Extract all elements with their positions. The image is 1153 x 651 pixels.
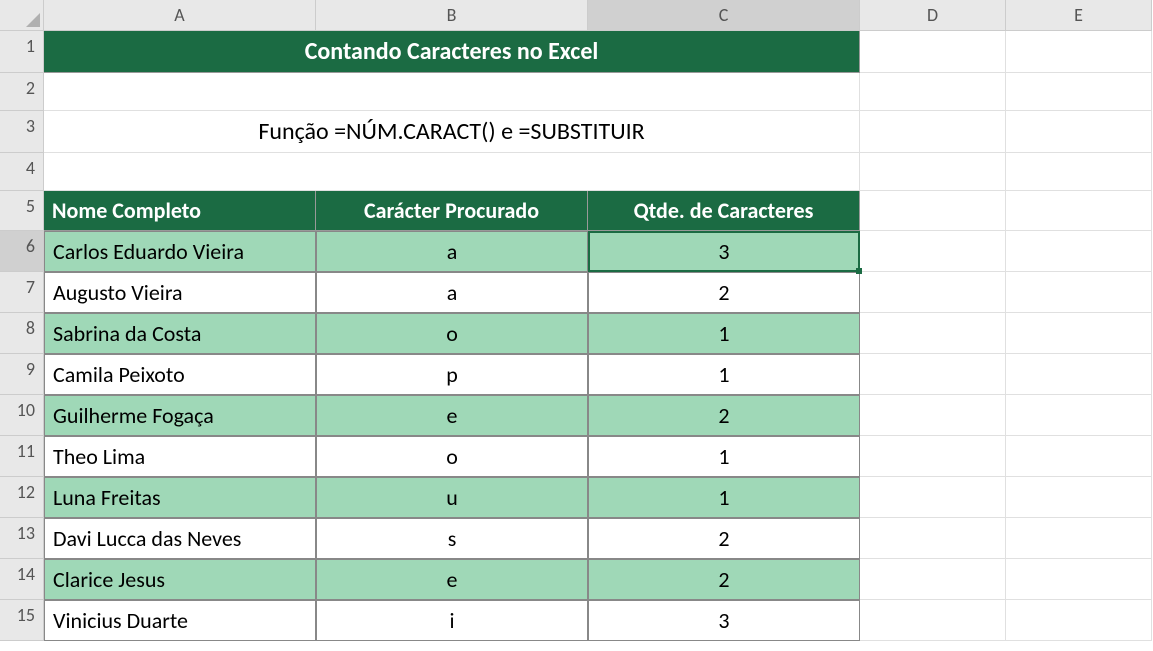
- table-header-count[interactable]: Qtde. de Caracteres: [588, 191, 860, 231]
- col-header-a[interactable]: A: [44, 0, 316, 31]
- row-header-10[interactable]: 10: [0, 395, 44, 436]
- cell-a11[interactable]: Theo Lima: [44, 436, 316, 477]
- table-header-char[interactable]: Carácter Procurado: [316, 191, 588, 231]
- cell-d7[interactable]: [860, 272, 1006, 313]
- cell-b15[interactable]: i: [316, 600, 588, 641]
- cell-d3[interactable]: [860, 111, 1006, 153]
- cell-e9[interactable]: [1006, 354, 1152, 395]
- row-header-14[interactable]: 14: [0, 559, 44, 600]
- select-all-corner[interactable]: [0, 0, 44, 31]
- cell-e5[interactable]: [1006, 191, 1152, 231]
- cell-d11[interactable]: [860, 436, 1006, 477]
- col-header-e[interactable]: E: [1006, 0, 1152, 31]
- cell-c6[interactable]: 3: [588, 231, 860, 272]
- row-header-3[interactable]: 3: [0, 111, 44, 153]
- cell-a7[interactable]: Augusto Vieira: [44, 272, 316, 313]
- cell-d14[interactable]: [860, 559, 1006, 600]
- cell-c8[interactable]: 1: [588, 313, 860, 354]
- cell-a10[interactable]: Guilherme Fogaça: [44, 395, 316, 436]
- table-header-name[interactable]: Nome Completo: [44, 191, 316, 231]
- cell-a6[interactable]: Carlos Eduardo Vieira: [44, 231, 316, 272]
- cell-d13[interactable]: [860, 518, 1006, 559]
- cell-a4[interactable]: [44, 153, 860, 191]
- cell-a13[interactable]: Davi Lucca das Neves: [44, 518, 316, 559]
- row-header-15[interactable]: 15: [0, 600, 44, 641]
- cell-b11[interactable]: o: [316, 436, 588, 477]
- cell-c13[interactable]: 2: [588, 518, 860, 559]
- cell-c14[interactable]: 2: [588, 559, 860, 600]
- row-header-1[interactable]: 1: [0, 31, 44, 73]
- cell-d12[interactable]: [860, 477, 1006, 518]
- cell-d10[interactable]: [860, 395, 1006, 436]
- cell-e8[interactable]: [1006, 313, 1152, 354]
- cell-e3[interactable]: [1006, 111, 1152, 153]
- title-cell[interactable]: Contando Caracteres no Excel: [44, 31, 860, 73]
- cell-e2[interactable]: [1006, 73, 1152, 111]
- cell-c11[interactable]: 1: [588, 436, 860, 477]
- cell-a2[interactable]: [44, 73, 860, 111]
- cell-d9[interactable]: [860, 354, 1006, 395]
- col-header-b[interactable]: B: [316, 0, 588, 31]
- col-header-c[interactable]: C: [588, 0, 860, 31]
- cell-e13[interactable]: [1006, 518, 1152, 559]
- cell-a8[interactable]: Sabrina da Costa: [44, 313, 316, 354]
- cell-e11[interactable]: [1006, 436, 1152, 477]
- cell-a14[interactable]: Clarice Jesus: [44, 559, 316, 600]
- cell-a9[interactable]: Camila Peixoto: [44, 354, 316, 395]
- cell-d15[interactable]: [860, 600, 1006, 641]
- cell-a12[interactable]: Luna Freitas: [44, 477, 316, 518]
- cell-e7[interactable]: [1006, 272, 1152, 313]
- cell-c9[interactable]: 1: [588, 354, 860, 395]
- cell-d8[interactable]: [860, 313, 1006, 354]
- cell-a15[interactable]: Vinicius Duarte: [44, 600, 316, 641]
- row-header-11[interactable]: 11: [0, 436, 44, 477]
- cell-c12[interactable]: 1: [588, 477, 860, 518]
- cell-e12[interactable]: [1006, 477, 1152, 518]
- cell-b8[interactable]: o: [316, 313, 588, 354]
- cell-b9[interactable]: p: [316, 354, 588, 395]
- subtitle-cell[interactable]: Função =NÚM.CARACT() e =SUBSTITUIR: [44, 111, 860, 153]
- cell-e10[interactable]: [1006, 395, 1152, 436]
- cell-b7[interactable]: a: [316, 272, 588, 313]
- row-header-12[interactable]: 12: [0, 477, 44, 518]
- spreadsheet-grid[interactable]: A B C D E 1 Contando Caracteres no Excel…: [0, 0, 1153, 641]
- row-header-8[interactable]: 8: [0, 313, 44, 354]
- cell-b10[interactable]: e: [316, 395, 588, 436]
- cell-e1[interactable]: [1006, 31, 1152, 73]
- col-header-d[interactable]: D: [860, 0, 1006, 31]
- cell-d5[interactable]: [860, 191, 1006, 231]
- cell-d6[interactable]: [860, 231, 1006, 272]
- cell-b6[interactable]: a: [316, 231, 588, 272]
- cell-c15[interactable]: 3: [588, 600, 860, 641]
- cell-e6[interactable]: [1006, 231, 1152, 272]
- cell-d4[interactable]: [860, 153, 1006, 191]
- row-header-2[interactable]: 2: [0, 73, 44, 111]
- cell-d2[interactable]: [860, 73, 1006, 111]
- cell-e14[interactable]: [1006, 559, 1152, 600]
- cell-d1[interactable]: [860, 31, 1006, 73]
- cell-b14[interactable]: e: [316, 559, 588, 600]
- row-header-9[interactable]: 9: [0, 354, 44, 395]
- row-header-4[interactable]: 4: [0, 153, 44, 191]
- row-header-5[interactable]: 5: [0, 191, 44, 231]
- row-header-13[interactable]: 13: [0, 518, 44, 559]
- cell-c7[interactable]: 2: [588, 272, 860, 313]
- row-header-7[interactable]: 7: [0, 272, 44, 313]
- cell-b12[interactable]: u: [316, 477, 588, 518]
- cell-c10[interactable]: 2: [588, 395, 860, 436]
- cell-e4[interactable]: [1006, 153, 1152, 191]
- row-header-6[interactable]: 6: [0, 231, 44, 272]
- cell-e15[interactable]: [1006, 600, 1152, 641]
- cell-b13[interactable]: s: [316, 518, 588, 559]
